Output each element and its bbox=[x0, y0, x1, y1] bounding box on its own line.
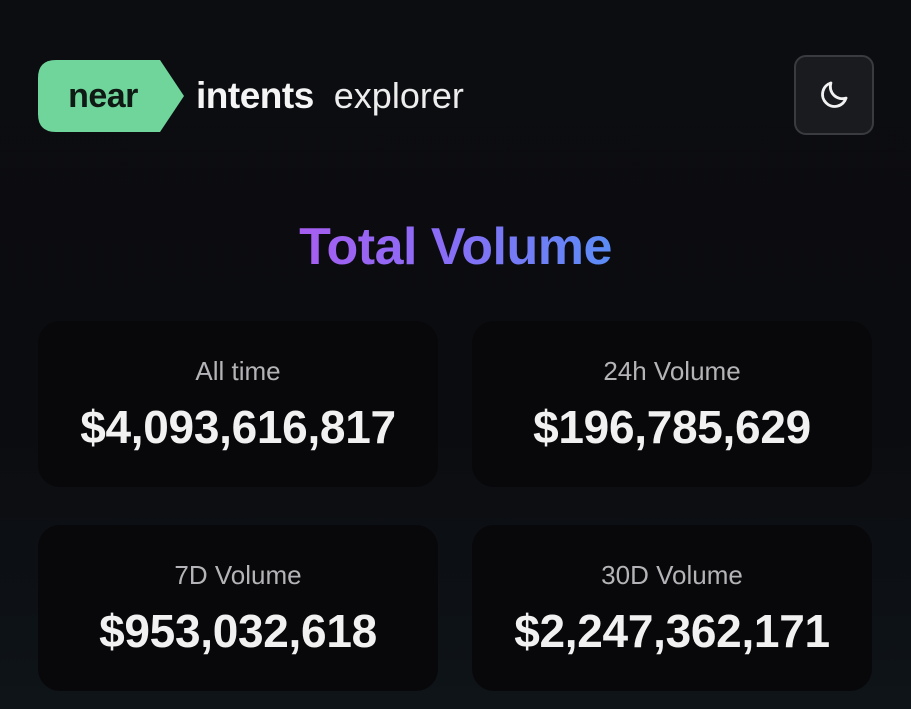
page-title-text: Total Volume bbox=[299, 218, 612, 276]
page-title: Total Volume bbox=[0, 215, 911, 279]
stat-card-all-time: All time $4,093,616,817 bbox=[38, 321, 438, 487]
logo-badge-text: near bbox=[68, 77, 138, 115]
stat-label: 30D Volume bbox=[601, 560, 743, 590]
theme-toggle-button[interactable] bbox=[794, 55, 874, 135]
site-header: near intents explorer bbox=[38, 55, 874, 137]
stat-value: $2,247,362,171 bbox=[514, 605, 830, 657]
stat-label: 24h Volume bbox=[603, 356, 741, 386]
stat-label: All time bbox=[195, 356, 281, 386]
stat-label: 7D Volume bbox=[174, 560, 302, 590]
moon-icon bbox=[821, 81, 848, 108]
stat-value: $4,093,616,817 bbox=[80, 401, 396, 453]
stat-card-24h-volume: 24h Volume $196,785,629 bbox=[472, 321, 872, 487]
stat-value: $953,032,618 bbox=[99, 605, 377, 657]
stat-card-7d-volume: 7D Volume $953,032,618 bbox=[38, 525, 438, 691]
logo-word-intents: intents bbox=[196, 75, 314, 116]
stat-value: $196,785,629 bbox=[533, 401, 811, 453]
near-logo-badge: near bbox=[38, 60, 184, 132]
near-intents-explorer-logo[interactable]: near intents explorer bbox=[38, 60, 464, 132]
logo-word-explorer: explorer bbox=[333, 75, 464, 116]
stat-card-30d-volume: 30D Volume $2,247,362,171 bbox=[472, 525, 872, 691]
